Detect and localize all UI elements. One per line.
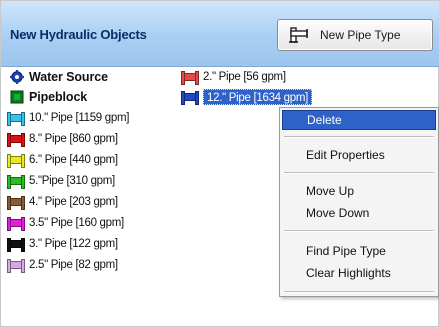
- selection-highlight: 12." Pipe [1634 gpm]: [203, 89, 313, 105]
- menu-separator: [284, 230, 434, 232]
- list-item-label: 2.5" Pipe [82 gpm]: [29, 259, 118, 271]
- list-item-label: 6." Pipe [440 gpm]: [29, 154, 118, 166]
- gear-icon: [10, 70, 24, 84]
- pipe-icon: [7, 175, 25, 189]
- pipe-icon: [7, 259, 25, 273]
- list-item-label: 4." Pipe [203 gpm]: [29, 196, 118, 208]
- pipe-icon: [181, 91, 199, 105]
- list-item-label: 3." Pipe [122 gpm]: [29, 238, 118, 250]
- list-item-pipe[interactable]: 2.5" Pipe [82 gpm]: [7, 256, 118, 274]
- new-pipe-type-label: New Pipe Type: [320, 28, 401, 42]
- new-pipe-type-button[interactable]: New Pipe Type: [277, 19, 433, 51]
- menu-separator: [284, 136, 434, 138]
- pipe-icon: [7, 238, 25, 252]
- pipe-icon: [7, 217, 25, 231]
- list-item-pipe[interactable]: 10." Pipe [1159 gpm]: [7, 109, 129, 127]
- list-item-pipe[interactable]: 3.5" Pipe [160 gpm]: [7, 214, 124, 232]
- list-item-pipe-selected[interactable]: 12." Pipe [1634 gpm]: [181, 88, 313, 106]
- list-item-pipe[interactable]: 4." Pipe [203 gpm]: [7, 193, 118, 211]
- list-item-pipe[interactable]: 2." Pipe [56 gpm]: [181, 68, 286, 86]
- menu-item-clear-highlights[interactable]: Clear Highlights: [282, 263, 436, 283]
- list-item-pipeblock[interactable]: Pipeblock: [7, 88, 87, 106]
- list-item-label: 10." Pipe [1159 gpm]: [29, 112, 130, 124]
- list-item-label: 3.5" Pipe [160 gpm]: [29, 217, 124, 229]
- context-menu: Delete Edit Properties Move Up Move Down…: [279, 107, 439, 297]
- pipe-icon: [7, 196, 25, 210]
- list-item-label: 12." Pipe [1634 gpm]: [207, 92, 309, 104]
- pipe-icon: [181, 71, 199, 85]
- list-item-label: Pipeblock: [29, 90, 88, 104]
- list-item-label: 8." Pipe [860 gpm]: [29, 133, 118, 145]
- list-item-pipe[interactable]: 8." Pipe [860 gpm]: [7, 130, 118, 148]
- pipe-icon: [7, 133, 25, 147]
- list-item-label: 5."Pipe [310 gpm]: [29, 175, 115, 187]
- menu-item-move-up[interactable]: Move Up: [282, 181, 436, 201]
- menu-item-delete[interactable]: Delete: [282, 110, 436, 130]
- menu-separator: [284, 291, 434, 293]
- menu-item-move-down[interactable]: Move Down: [282, 203, 436, 223]
- hydraulic-objects-panel: New Hydraulic Objects New Pipe Type Wate…: [0, 0, 439, 327]
- block-icon: [10, 90, 24, 104]
- list-item-pipe[interactable]: 5."Pipe [310 gpm]: [7, 172, 115, 190]
- menu-item-find-pipe-type[interactable]: Find Pipe Type: [282, 241, 436, 261]
- list-item-label: Water Source: [29, 70, 108, 84]
- list-item-label: 2." Pipe [56 gpm]: [203, 71, 286, 83]
- pipe-icon: [7, 154, 25, 168]
- menu-separator: [284, 172, 434, 174]
- list-item-pipe[interactable]: 6." Pipe [440 gpm]: [7, 151, 118, 169]
- menu-item-edit-properties[interactable]: Edit Properties: [282, 145, 436, 165]
- list-item-pipe[interactable]: 3." Pipe [122 gpm]: [7, 235, 118, 253]
- list-item-water-source[interactable]: Water Source: [7, 68, 108, 86]
- pipe-bend-icon: [289, 27, 308, 43]
- pipe-icon: [7, 112, 25, 126]
- panel-title: New Hydraulic Objects: [10, 27, 147, 42]
- panel-header: New Hydraulic Objects New Pipe Type: [1, 1, 439, 67]
